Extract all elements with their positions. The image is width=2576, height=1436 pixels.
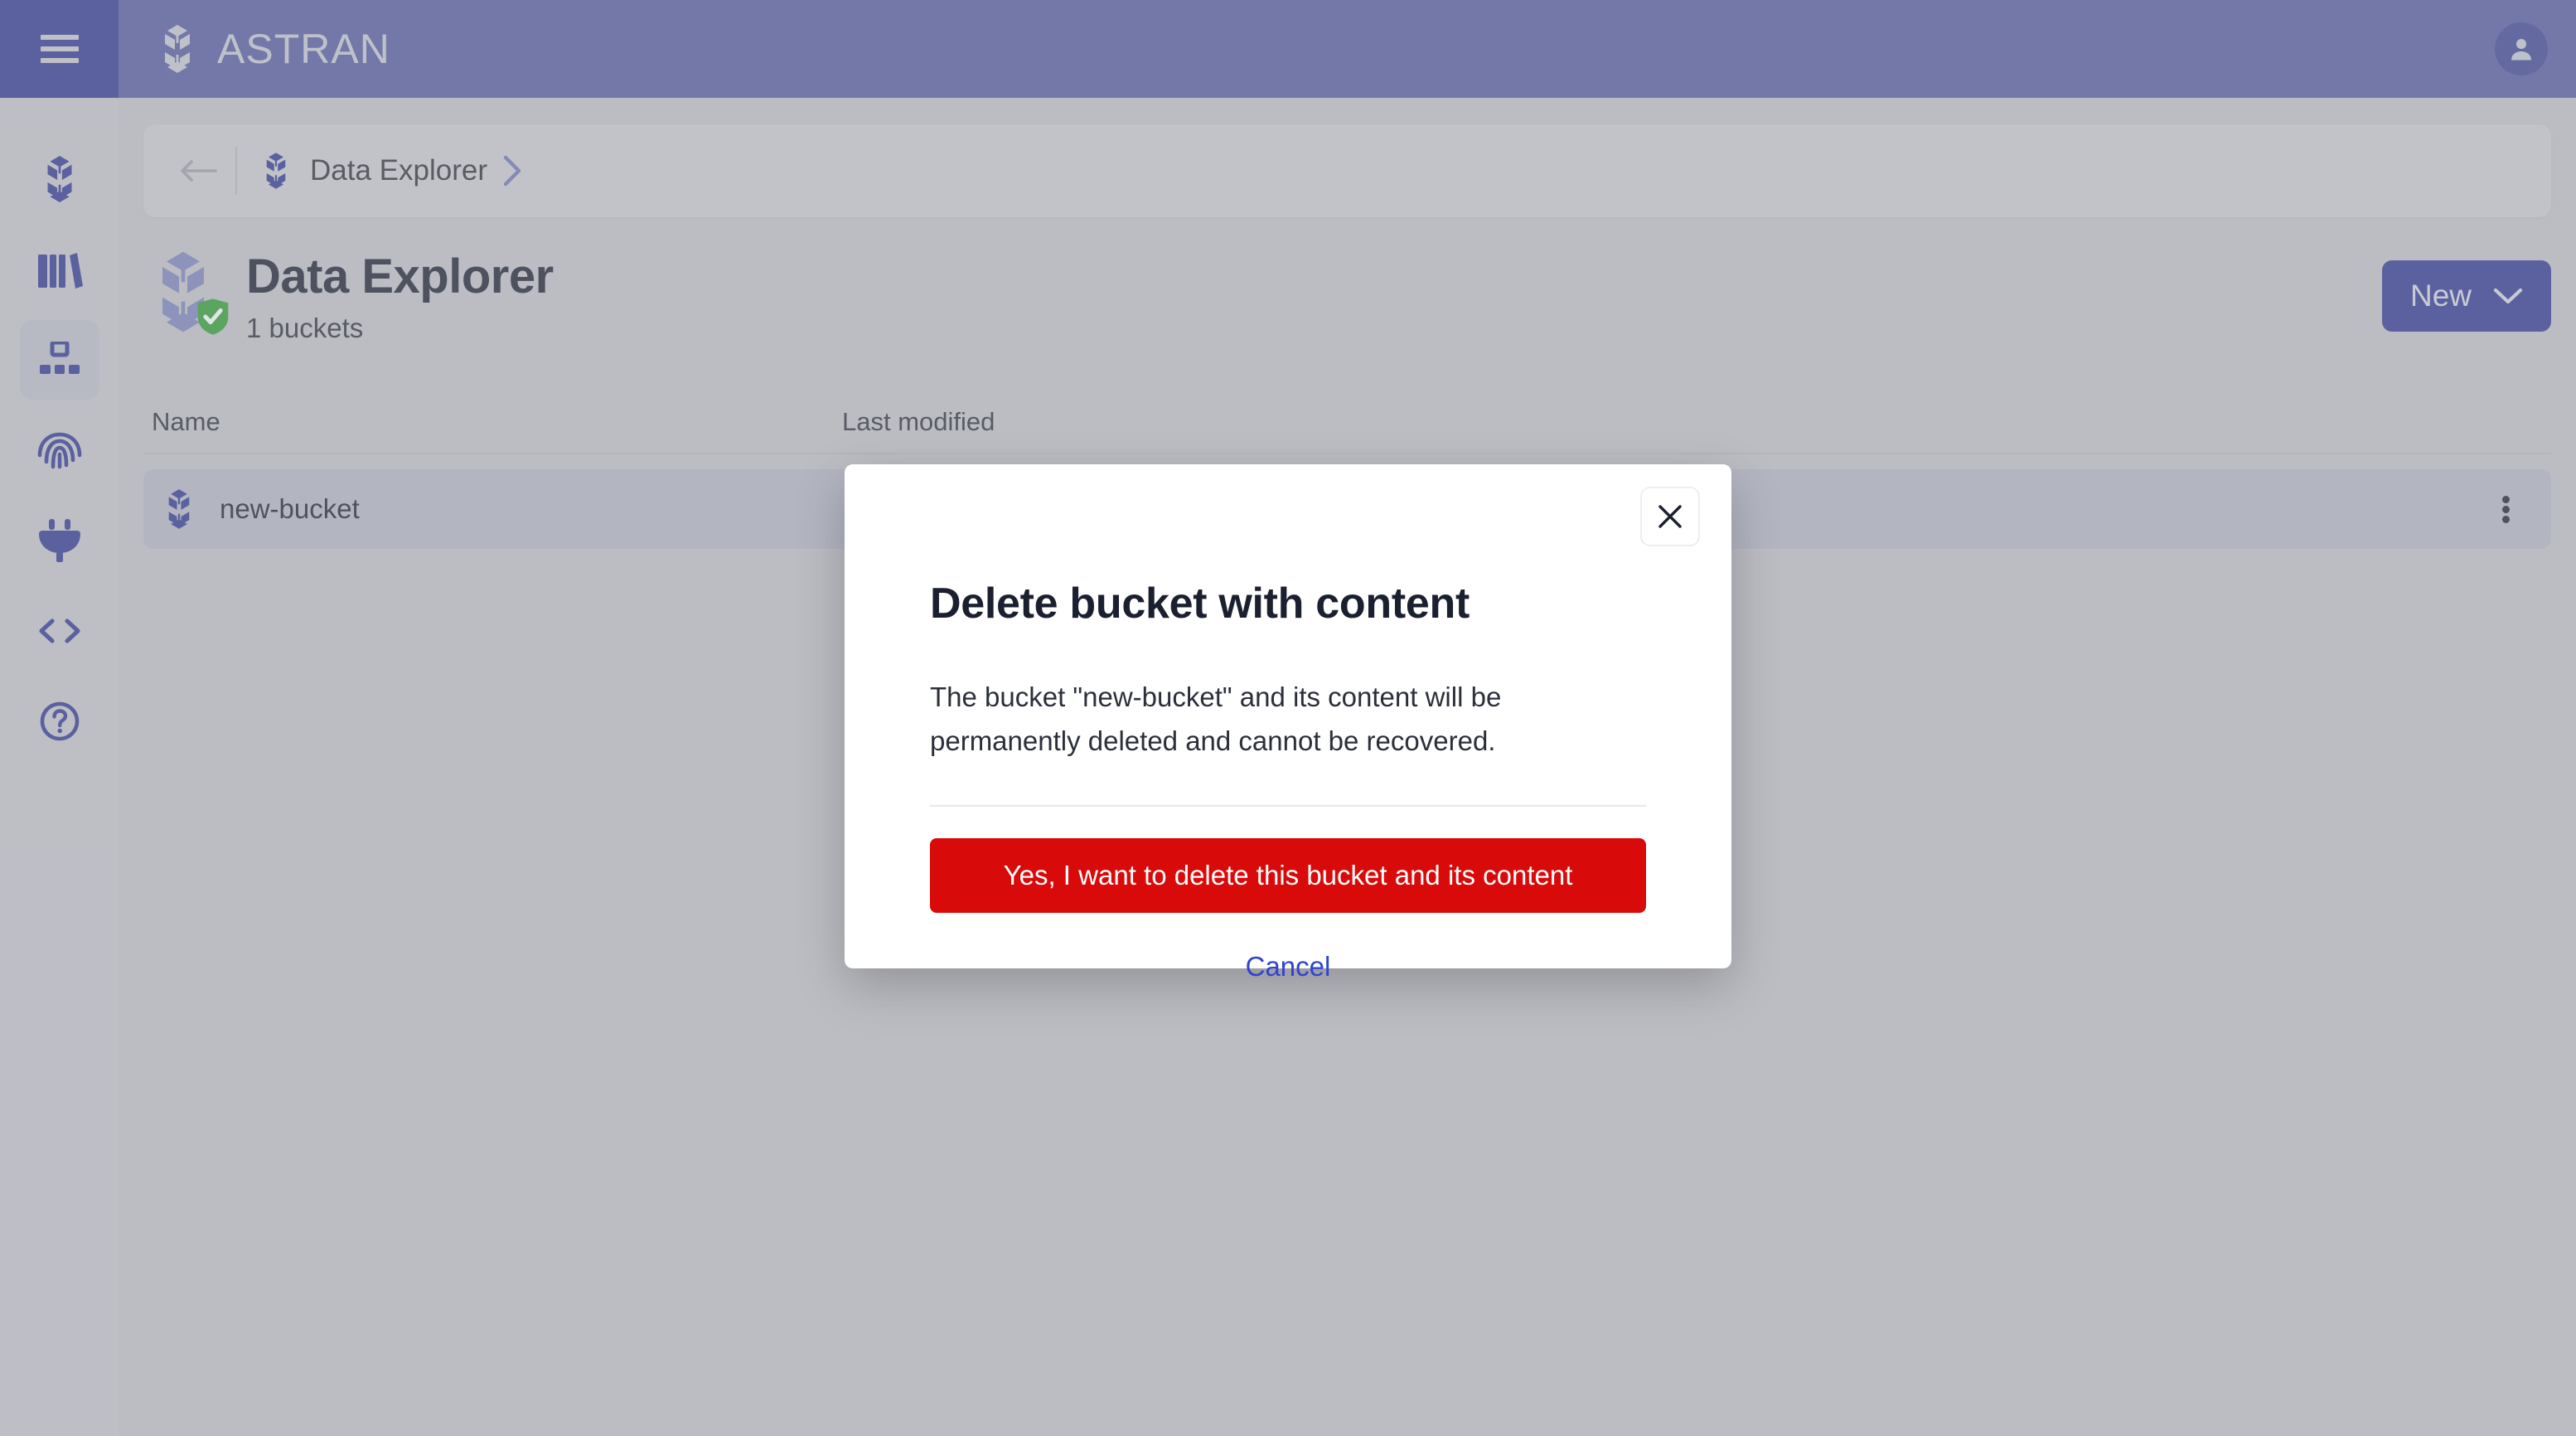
dialog-message: The bucket "new-bucket" and its content … [930,682,1502,757]
app-root: ASTRAN Data Explorer Data Explorer 1 buc… [0,0,2576,1436]
dialog-close-button[interactable] [1640,487,1700,546]
dialog-separator [930,804,1646,807]
close-x-icon [1658,505,1682,528]
dialog-title: Delete bucket with content [930,580,1470,628]
cancel-button[interactable]: Cancel [930,951,1646,982]
confirm-delete-button[interactable]: Yes, I want to delete this bucket and it… [930,837,1646,913]
dialog-body: Delete bucket with content The bucket "n… [845,464,1731,982]
delete-bucket-dialog: Delete bucket with content The bucket "n… [845,464,1731,982]
